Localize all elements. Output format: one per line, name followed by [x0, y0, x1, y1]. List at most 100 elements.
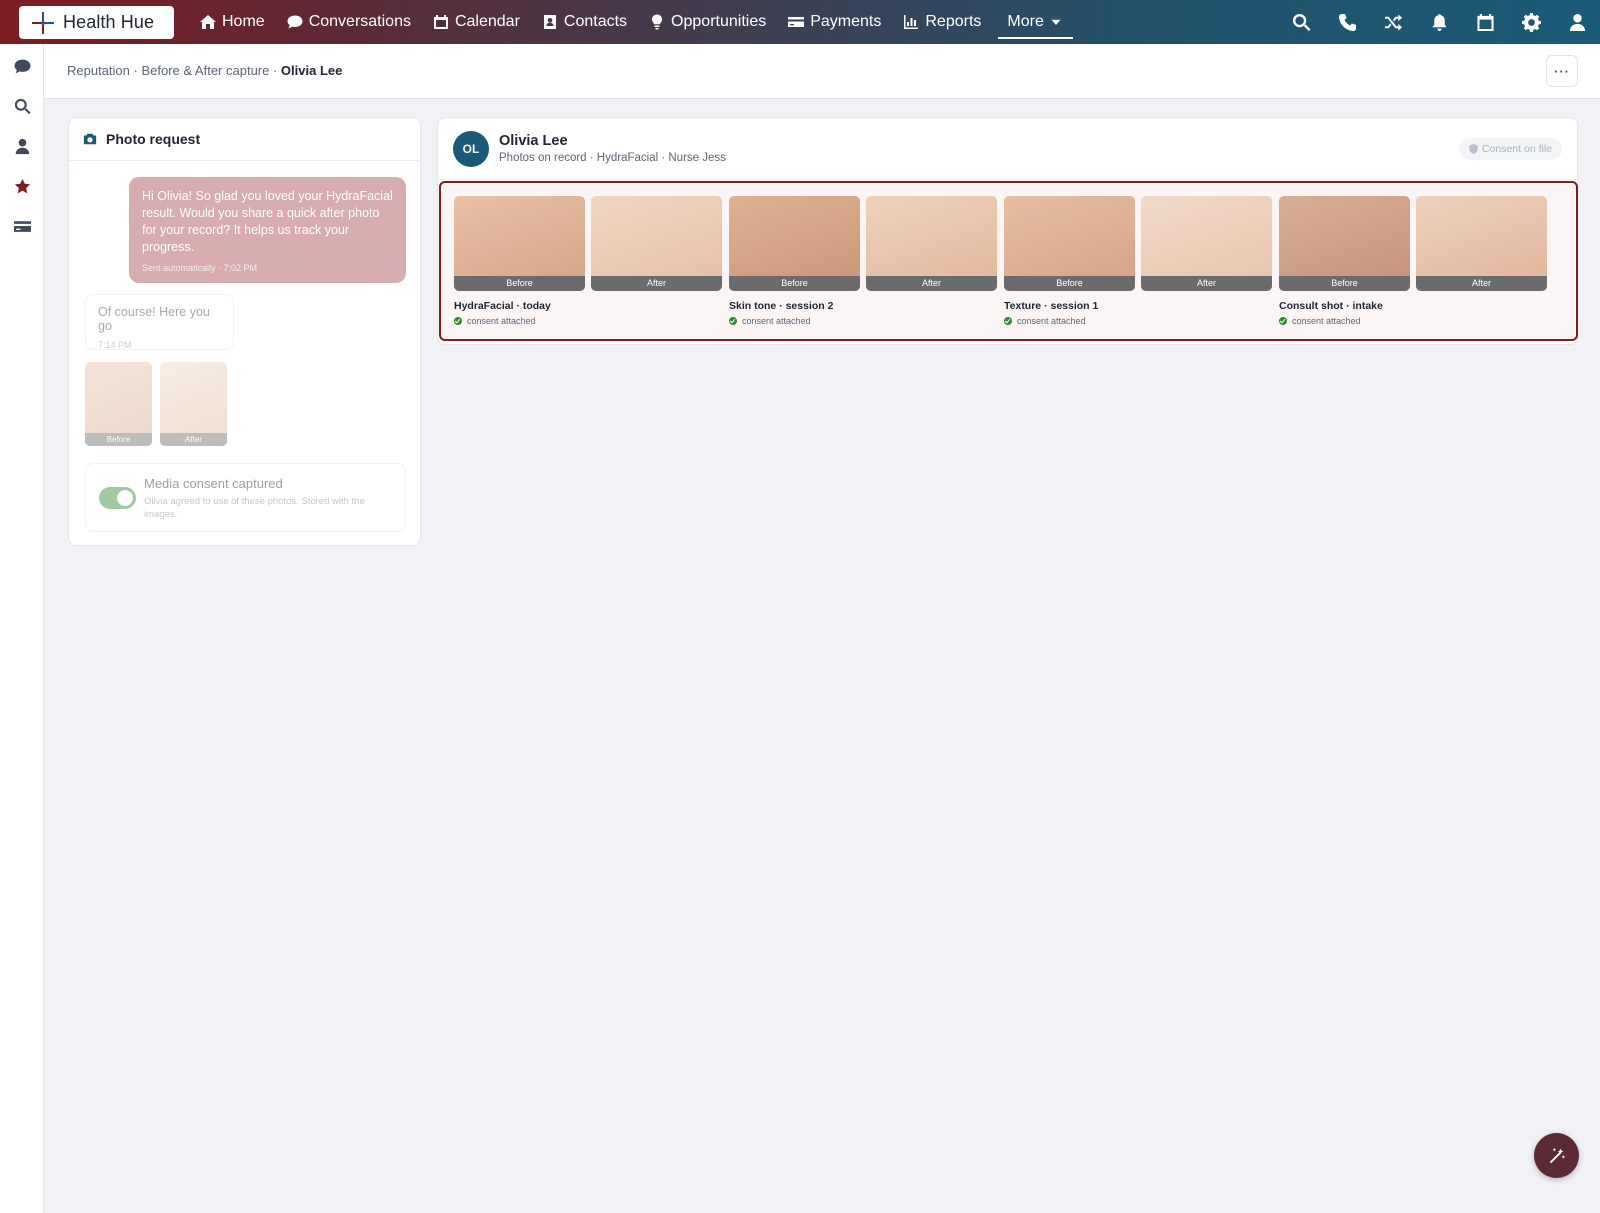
media-consent-subtitle: Olivia agreed to use of these photos. St…: [144, 496, 365, 520]
photo-set[interactable]: Before After Texture · session 1 consent…: [1004, 196, 1272, 326]
incoming-photos: Before After: [85, 362, 227, 446]
incoming-message: Of course! Here you go 7:14 PM: [85, 294, 234, 350]
before-photo[interactable]: Before: [454, 196, 585, 291]
after-photo[interactable]: After: [866, 196, 997, 291]
after-photo[interactable]: After: [1141, 196, 1272, 291]
health-hue-logo-icon: [31, 11, 55, 35]
bar-chart-icon: [904, 15, 919, 29]
lightbulb-icon: [652, 14, 663, 30]
user-icon: [1569, 13, 1585, 31]
nav-opportunities[interactable]: Opportunities: [638, 0, 777, 44]
before-photo[interactable]: Before: [729, 196, 860, 291]
rail-payments-button[interactable]: [12, 216, 32, 236]
photo-label: After: [1141, 276, 1272, 291]
photo-set-consent-label: consent attached: [1017, 316, 1086, 326]
nav-reports-label: Reports: [925, 13, 982, 30]
before-photo[interactable]: Before: [1279, 196, 1410, 291]
credit-card-icon: [788, 17, 805, 27]
before-photo[interactable]: Before: [1004, 196, 1135, 291]
photo-label: After: [591, 276, 722, 291]
home-icon: [200, 15, 216, 29]
calendar-icon: [1476, 13, 1494, 31]
photo-set-title: Consult shot · intake: [1279, 300, 1383, 312]
rail-conversations-button[interactable]: [12, 56, 32, 76]
nav-conversations-label: Conversations: [308, 13, 411, 30]
media-consent-card: Media consent captured Olivia agreed to …: [85, 463, 406, 532]
breadcrumb: Reputation · Before & After capture · Ol…: [67, 63, 342, 78]
breadcrumb-bar: Reputation · Before & After capture · Ol…: [44, 44, 1600, 99]
more-options-button[interactable]: ···: [1546, 55, 1578, 87]
after-photo[interactable]: After: [591, 196, 722, 291]
photo-label: Before: [1279, 276, 1410, 291]
bell-icon: [1431, 13, 1447, 31]
search-icon: [1292, 13, 1311, 31]
breadcrumb-before-after[interactable]: Before & After capture: [141, 63, 269, 78]
consent-on-file-badge: Consent on file: [1458, 138, 1562, 160]
nav-phone-button[interactable]: [1324, 0, 1370, 44]
top-nav: Health Hue Home Conversations Calendar C…: [0, 0, 1600, 44]
photo-set-title: Skin tone · session 2: [729, 300, 834, 312]
left-rail: [0, 44, 44, 1213]
nav-contacts-label: Contacts: [563, 13, 628, 30]
magic-wand-icon: [1549, 1147, 1565, 1163]
nav-shuffle-button[interactable]: [1370, 0, 1416, 44]
check-icon: [729, 317, 737, 325]
nav-home-label: Home: [222, 13, 265, 30]
nav-notifications-button[interactable]: [1416, 0, 1462, 44]
divider: [438, 179, 1577, 180]
nav-profile-button[interactable]: [1554, 0, 1600, 44]
nav-more-label: More: [1007, 13, 1044, 30]
camera-icon: [83, 133, 97, 145]
user-icon: [15, 138, 29, 154]
nav-calendar-label: Calendar: [454, 13, 520, 30]
nav-opportunities-label: Opportunities: [671, 13, 767, 30]
photo-label: After: [160, 433, 227, 446]
incoming-message-meta: 7:14 PM: [98, 340, 132, 350]
rail-contacts-button[interactable]: [12, 136, 32, 156]
photo-set[interactable]: Before After HydraFacial · today consent…: [454, 196, 722, 326]
brand-name: Health Hue: [63, 12, 155, 32]
phone-icon: [1338, 13, 1356, 31]
nav-more[interactable]: More: [996, 0, 1074, 44]
photo-set-consent: consent attached: [729, 316, 997, 326]
nav-settings-button[interactable]: [1508, 0, 1554, 44]
photo-label: Before: [729, 276, 860, 291]
gear-icon: [1521, 12, 1541, 32]
incoming-photo-after[interactable]: After: [160, 362, 227, 446]
nav-reports[interactable]: Reports: [892, 0, 992, 44]
rail-search-button[interactable]: [12, 96, 32, 116]
nav-contacts[interactable]: Contacts: [531, 0, 638, 44]
breadcrumb-reputation[interactable]: Reputation: [67, 63, 130, 78]
photo-label: Before: [85, 433, 152, 446]
magic-wand-button[interactable]: [1534, 1133, 1579, 1178]
incoming-message-text: Of course! Here you go: [98, 305, 210, 333]
nav-home[interactable]: Home: [189, 0, 276, 44]
consent-on-file-label: Consent on file: [1481, 143, 1552, 155]
nav-payments[interactable]: Payments: [777, 0, 892, 44]
outgoing-message: Hi Olivia! So glad you loved your HydraF…: [129, 177, 406, 283]
photo-set[interactable]: Before After Skin tone · session 2 conse…: [729, 196, 997, 326]
photo-set-consent: consent attached: [454, 316, 722, 326]
patient-name: Olivia Lee: [499, 133, 568, 149]
shield-icon: [1469, 144, 1478, 154]
photo-set-consent-label: consent attached: [742, 316, 811, 326]
media-consent-title: Media consent captured: [144, 476, 283, 491]
media-consent-toggle[interactable]: [99, 487, 136, 509]
nav-calendar-button[interactable]: [1462, 0, 1508, 44]
nav-calendar[interactable]: Calendar: [422, 0, 531, 44]
photo-set[interactable]: Before After Consult shot · intake conse…: [1279, 196, 1547, 326]
breadcrumb-separator: ·: [269, 63, 281, 78]
photo-set-consent: consent attached: [1279, 316, 1547, 326]
incoming-photo-before[interactable]: Before: [85, 362, 152, 446]
after-photo[interactable]: After: [1416, 196, 1547, 291]
nav-conversations[interactable]: Conversations: [276, 0, 422, 44]
contact-card-icon: [543, 15, 556, 29]
nav-search-button[interactable]: [1278, 0, 1324, 44]
rail-reputation-button[interactable]: [12, 176, 32, 196]
brand-logo[interactable]: Health Hue: [19, 6, 174, 39]
photo-request-header: Photo request: [69, 118, 420, 161]
breadcrumb-current: Olivia Lee: [280, 63, 343, 78]
photo-label: Before: [454, 276, 585, 291]
check-icon: [454, 317, 462, 325]
photo-set-consent: consent attached: [1004, 316, 1272, 326]
